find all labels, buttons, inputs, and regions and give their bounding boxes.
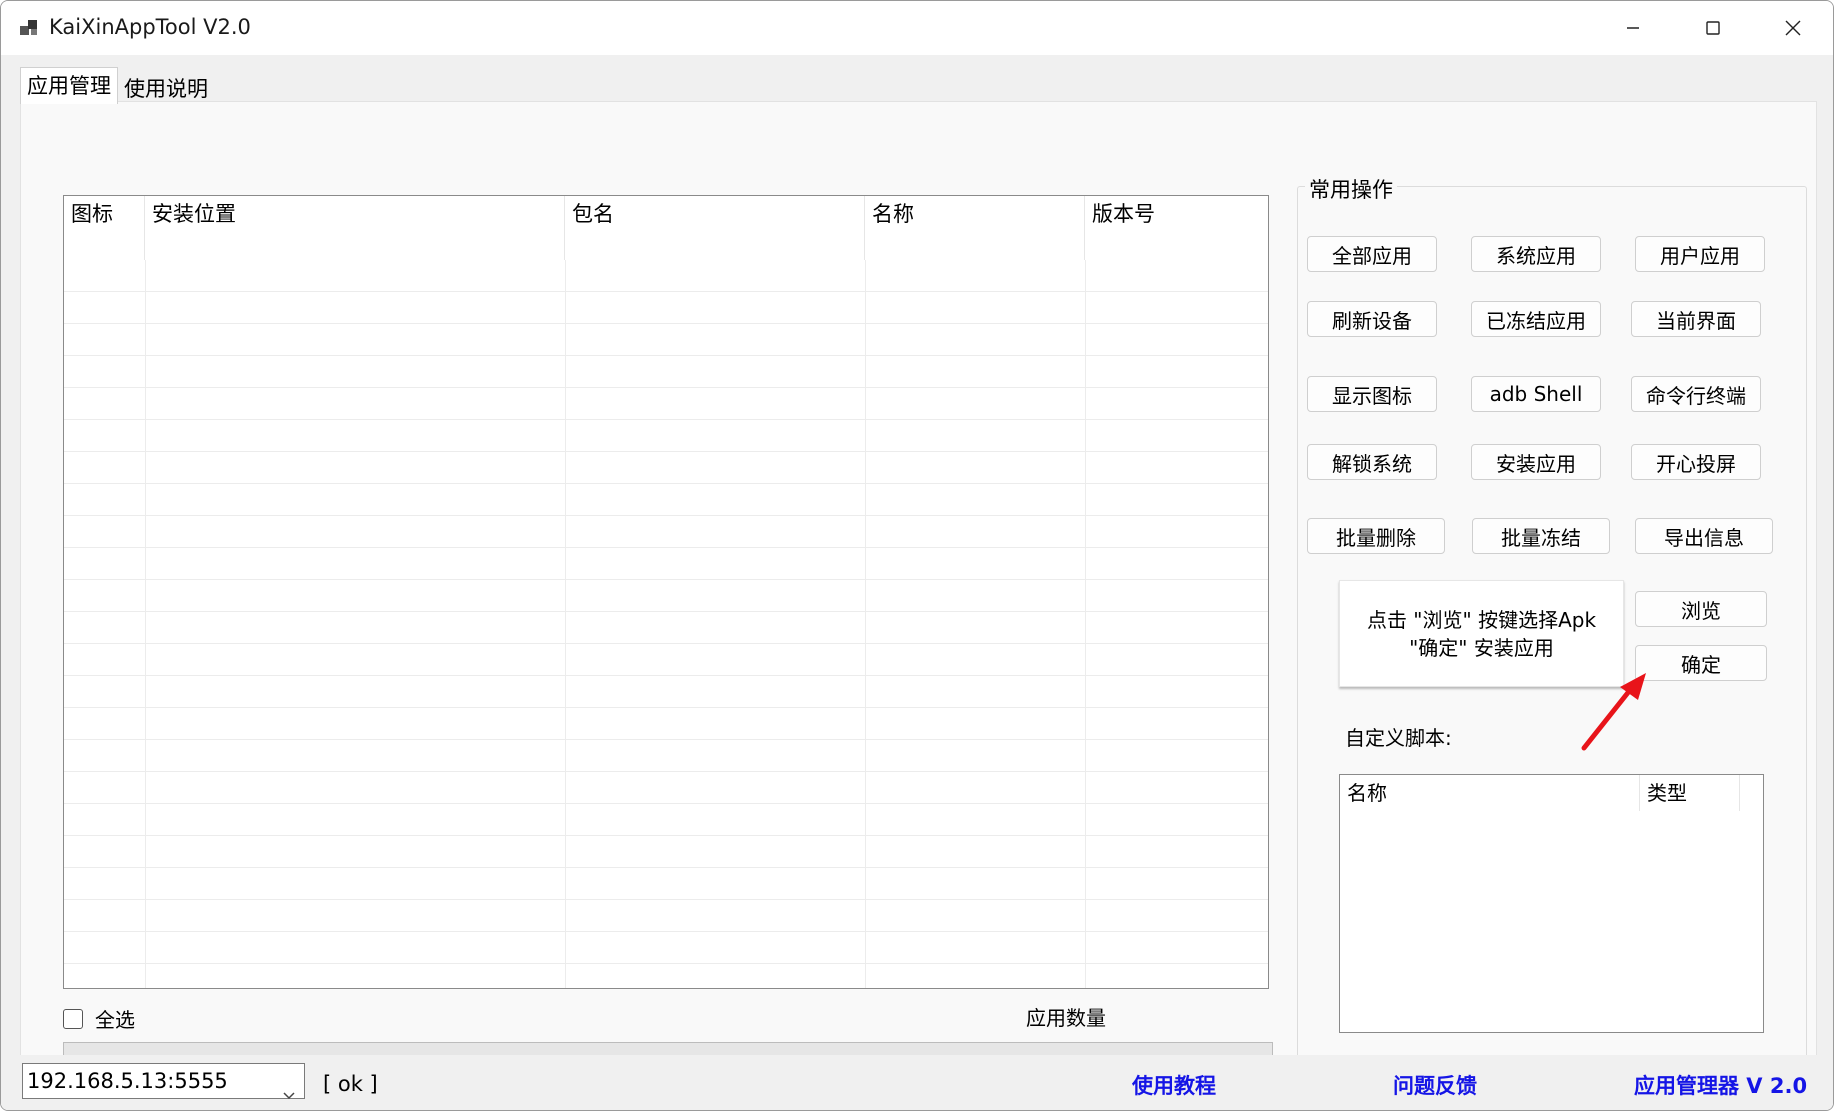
operations-group-title: 常用操作: [1305, 174, 1397, 204]
client-area: 应用管理 使用说明 图标 安装位置 包名 名称 版本号 全选 应用数量 常用操作…: [1, 55, 1833, 1110]
command-terminal-button[interactable]: 命令行终端: [1631, 376, 1761, 412]
table-row: [64, 836, 1268, 868]
chevron-down-icon[interactable]: [282, 1077, 296, 1110]
about-link[interactable]: 应用管理器 V 2.0: [1634, 1070, 1807, 1100]
column-header-install-location[interactable]: 安装位置: [145, 196, 565, 260]
table-row: [64, 932, 1268, 964]
table-row: [64, 292, 1268, 324]
column-header-package-name[interactable]: 包名: [565, 196, 865, 260]
table-row: [64, 676, 1268, 708]
table-row: [64, 740, 1268, 772]
table-row: [64, 484, 1268, 516]
status-text: [ ok ]: [323, 1072, 378, 1096]
table-row: [64, 548, 1268, 580]
minimize-button[interactable]: [1593, 1, 1673, 55]
table-row: [64, 772, 1268, 804]
tab-page-app-management: 图标 安装位置 包名 名称 版本号 全选 应用数量 常用操作 全部应用 系统应用…: [20, 101, 1817, 1103]
maximize-icon: [1705, 20, 1721, 36]
app-window: KaiXinAppTool V2.0 应用管理 使用说明 图标 安装位置 包名 …: [0, 0, 1834, 1111]
table-row: [64, 580, 1268, 612]
minimize-icon: [1625, 20, 1641, 36]
table-row: [64, 388, 1268, 420]
unlock-system-button[interactable]: 解锁系统: [1307, 444, 1437, 480]
table-row: [64, 804, 1268, 836]
show-icons-button[interactable]: 显示图标: [1307, 376, 1437, 412]
column-header-script-type[interactable]: 类型: [1640, 775, 1740, 811]
install-app-button[interactable]: 安装应用: [1471, 444, 1601, 480]
table-row: [64, 644, 1268, 676]
window-title: KaiXinAppTool V2.0: [49, 15, 251, 39]
app-list-header: 图标 安装位置 包名 名称 版本号: [64, 196, 1268, 260]
table-row: [64, 260, 1268, 292]
all-apps-button[interactable]: 全部应用: [1307, 236, 1437, 272]
system-apps-button[interactable]: 系统应用: [1471, 236, 1601, 272]
column-header-version[interactable]: 版本号: [1085, 196, 1268, 260]
app-icon: [19, 17, 41, 39]
device-select-value: 192.168.5.13:5555: [27, 1069, 228, 1093]
column-header-name[interactable]: 名称: [865, 196, 1085, 260]
table-row: [64, 516, 1268, 548]
feedback-link[interactable]: 问题反馈: [1393, 1070, 1477, 1100]
tutorial-link[interactable]: 使用教程: [1132, 1070, 1216, 1100]
table-row: [64, 900, 1268, 932]
app-list[interactable]: 图标 安装位置 包名 名称 版本号: [63, 195, 1269, 989]
select-all-label: 全选: [95, 1008, 135, 1032]
tab-app-management[interactable]: 应用管理: [20, 67, 118, 104]
app-list-rows: [64, 260, 1268, 988]
install-hint-line2: "确定" 安装应用: [1409, 635, 1554, 660]
checkbox-box[interactable]: [63, 1008, 83, 1029]
table-row: [64, 708, 1268, 740]
table-row: [64, 964, 1268, 988]
screen-mirror-button[interactable]: 开心投屏: [1631, 444, 1761, 480]
batch-freeze-button[interactable]: 批量冻结: [1472, 518, 1610, 554]
frozen-apps-button[interactable]: 已冻结应用: [1471, 301, 1601, 337]
table-row: [64, 868, 1268, 900]
table-row: [64, 356, 1268, 388]
red-arrow-annotation: [1581, 673, 1646, 751]
table-row: [64, 612, 1268, 644]
column-header-script-name[interactable]: 名称: [1340, 775, 1640, 811]
table-row: [64, 452, 1268, 484]
title-bar[interactable]: KaiXinAppTool V2.0: [1, 1, 1833, 55]
device-select[interactable]: 192.168.5.13:5555: [22, 1063, 305, 1100]
close-button[interactable]: [1753, 1, 1833, 55]
status-bar: 192.168.5.13:5555 [ ok ] 使用教程 问题反馈 应用管理器…: [1, 1055, 1833, 1110]
app-count-label: 应用数量: [1026, 1006, 1106, 1030]
maximize-button[interactable]: [1673, 1, 1753, 55]
table-row: [64, 324, 1268, 356]
browse-button[interactable]: 浏览: [1635, 591, 1767, 627]
custom-scripts-list[interactable]: 名称 类型: [1339, 774, 1764, 1033]
close-icon: [1784, 19, 1802, 37]
custom-scripts-label: 自定义脚本:: [1345, 726, 1452, 750]
user-apps-button[interactable]: 用户应用: [1635, 236, 1765, 272]
table-row: [64, 420, 1268, 452]
batch-delete-button[interactable]: 批量删除: [1307, 518, 1445, 554]
adb-shell-button[interactable]: adb Shell: [1471, 376, 1601, 412]
refresh-devices-button[interactable]: 刷新设备: [1307, 301, 1437, 337]
select-all-checkbox[interactable]: 全选: [63, 1004, 135, 1033]
current-screen-button[interactable]: 当前界面: [1631, 301, 1761, 337]
export-info-button[interactable]: 导出信息: [1635, 518, 1773, 554]
install-hint-line1: 点击 "浏览" 按键选择Apk: [1366, 607, 1597, 632]
column-header-icon[interactable]: 图标: [64, 196, 145, 260]
